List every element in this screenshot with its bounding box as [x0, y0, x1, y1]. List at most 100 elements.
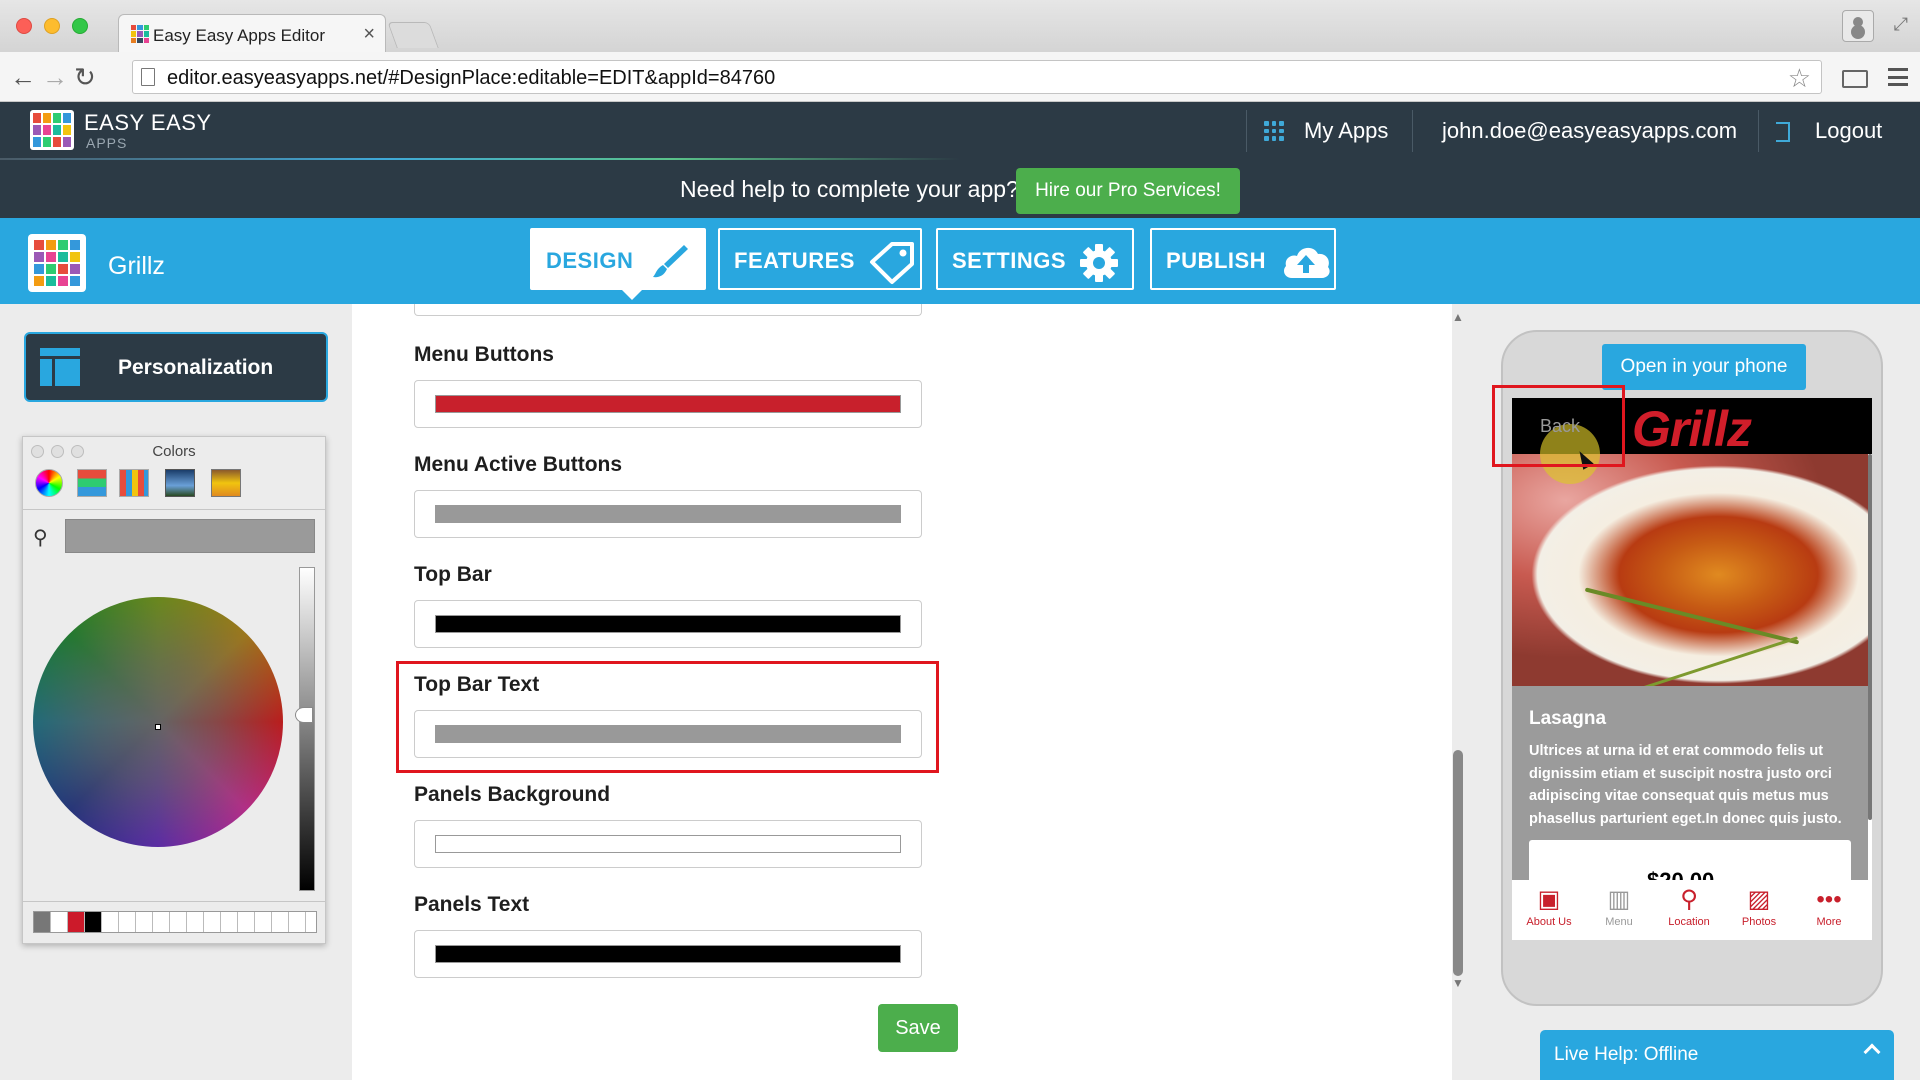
color-swatch[interactable] [435, 945, 901, 963]
hire-pro-services-button[interactable]: Hire our Pro Services! [1016, 168, 1240, 214]
grid-icon[interactable] [1264, 121, 1284, 141]
browser-tab-title: Easy Easy Apps Editor [153, 26, 325, 45]
address-bar[interactable]: editor.easyeasyapps.net/#DesignPlace:edi… [132, 60, 1822, 94]
color-swatch[interactable] [435, 395, 901, 413]
personalization-label: Personalization [118, 356, 274, 379]
saved-color-swatch[interactable] [187, 912, 204, 932]
header-divider [1758, 110, 1759, 152]
saved-color-swatch[interactable] [153, 912, 170, 932]
color-field[interactable] [414, 490, 922, 538]
personalization-button[interactable]: Personalization [24, 332, 328, 402]
live-help-label: Live Help: Offline [1554, 1044, 1699, 1065]
live-help-widget[interactable]: Live Help: Offline [1540, 1030, 1894, 1080]
brightness-slider-thumb[interactable] [295, 707, 313, 723]
partial-color-field[interactable] [414, 304, 922, 316]
colors-picker-panel[interactable]: Colors ⚲ [22, 436, 326, 944]
saved-color-swatch[interactable] [272, 912, 289, 932]
preview-tab-menu[interactable]: ▥ Menu [1584, 884, 1654, 928]
open-in-phone-button[interactable]: Open in your phone [1602, 344, 1806, 390]
url-text[interactable]: editor.easyeasyapps.net/#DesignPlace:edi… [167, 67, 775, 90]
preview-tab-label: About Us [1526, 916, 1572, 928]
saved-color-swatch[interactable] [204, 912, 221, 932]
item-description: Ultrices at urna id et erat commodo feli… [1529, 743, 1842, 827]
scroll-up-icon[interactable]: ▲ [1452, 310, 1464, 324]
left-sidebar: Personalization Colors ⚲ [0, 304, 352, 1080]
preview-tab-about-us[interactable]: ▣ About Us [1514, 884, 1584, 928]
app-favicon-icon [131, 25, 149, 43]
brand-subtitle: APPS [86, 135, 128, 151]
color-field[interactable] [414, 820, 922, 868]
back-arrow-icon[interactable]: ← [10, 62, 36, 93]
saved-color-swatch[interactable] [170, 912, 187, 932]
brand-logo-icon[interactable] [30, 110, 74, 150]
field-label: Panels Text [414, 893, 530, 916]
color-wheel-mode-icon[interactable] [35, 469, 63, 497]
saved-color-swatch[interactable] [102, 912, 119, 932]
preview-tab-photos[interactable]: ▨ Photos [1724, 884, 1794, 928]
profile-icon[interactable] [1842, 10, 1874, 42]
tab-features[interactable]: FEATURES [718, 228, 922, 290]
saved-color-swatch[interactable] [34, 912, 51, 932]
browser-menu-icon[interactable] [1888, 68, 1908, 86]
new-tab-button[interactable] [387, 22, 439, 48]
color-swatches[interactable] [33, 911, 317, 933]
brand-name[interactable]: EASY EASY [84, 110, 212, 136]
saved-color-swatch[interactable] [221, 912, 238, 932]
preview-tab-location[interactable]: ⚲ Location [1654, 884, 1724, 928]
tab-publish[interactable]: PUBLISH [1150, 228, 1336, 290]
form-scrollbar[interactable]: ▲ ▼ [1452, 304, 1464, 998]
user-email[interactable]: john.doe@easyeasyapps.com [1442, 118, 1737, 144]
color-sliders-mode-icon[interactable] [77, 469, 107, 497]
color-swatch[interactable] [435, 615, 901, 633]
color-swatch[interactable] [435, 835, 901, 853]
tab-design[interactable]: DESIGN [530, 228, 706, 300]
preview-tab-more[interactable]: ••• More [1794, 884, 1864, 928]
price-box: $20.00 [1529, 840, 1851, 893]
tab-close-icon[interactable]: × [363, 23, 375, 46]
window-minimize-button[interactable] [44, 18, 60, 34]
color-field[interactable] [414, 380, 922, 428]
window-close-button[interactable] [16, 18, 32, 34]
crayons-mode-icon[interactable] [211, 469, 241, 497]
selected-color-field[interactable] [65, 519, 315, 553]
color-swatch[interactable] [435, 505, 901, 523]
color-field[interactable] [414, 600, 922, 648]
chevron-up-icon[interactable] [1863, 1043, 1881, 1061]
help-banner: Need help to complete your app? Hire our… [0, 160, 1920, 218]
saved-color-swatch[interactable] [51, 912, 68, 932]
saved-color-swatch[interactable] [85, 912, 102, 932]
image-palettes-mode-icon[interactable] [165, 469, 195, 497]
color-palettes-mode-icon[interactable] [119, 469, 149, 497]
tab-settings[interactable]: SETTINGS [936, 228, 1134, 290]
panel-divider [23, 509, 325, 510]
page-icon [141, 68, 155, 86]
color-wheel-cursor[interactable] [155, 724, 161, 730]
color-wheel[interactable] [33, 597, 283, 847]
forward-arrow-icon[interactable]: → [42, 62, 68, 93]
saved-color-swatch[interactable] [255, 912, 272, 932]
saved-color-swatch[interactable] [119, 912, 136, 932]
brightness-slider[interactable] [299, 567, 315, 891]
saved-color-swatch[interactable] [289, 912, 306, 932]
logout-link[interactable]: Logout [1815, 118, 1882, 144]
logout-icon[interactable] [1776, 122, 1790, 142]
highlight-back-button [1492, 385, 1625, 467]
scrollbar-thumb[interactable] [1453, 750, 1463, 976]
bookmark-star-icon[interactable]: ☆ [1788, 63, 1811, 94]
cast-icon[interactable] [1842, 70, 1868, 88]
window-zoom-button[interactable] [72, 18, 88, 34]
preview-scrollbar[interactable] [1868, 454, 1872, 820]
browser-tab[interactable]: Easy Easy Apps Editor × [118, 14, 386, 52]
my-apps-link[interactable]: My Apps [1304, 118, 1388, 144]
reload-icon[interactable]: ↻ [74, 62, 96, 93]
project-logo-icon [28, 234, 86, 292]
field-label: Panels Background [414, 783, 611, 806]
color-field[interactable] [414, 930, 922, 978]
saved-color-swatch[interactable] [238, 912, 255, 932]
fullscreen-icon[interactable]: ⤢ [1894, 14, 1908, 35]
saved-color-swatch[interactable] [68, 912, 85, 932]
field-label: Menu Buttons [414, 343, 554, 366]
scroll-down-icon[interactable]: ▼ [1452, 976, 1464, 990]
saved-color-swatch[interactable] [136, 912, 153, 932]
save-button[interactable]: Save [878, 1004, 958, 1052]
